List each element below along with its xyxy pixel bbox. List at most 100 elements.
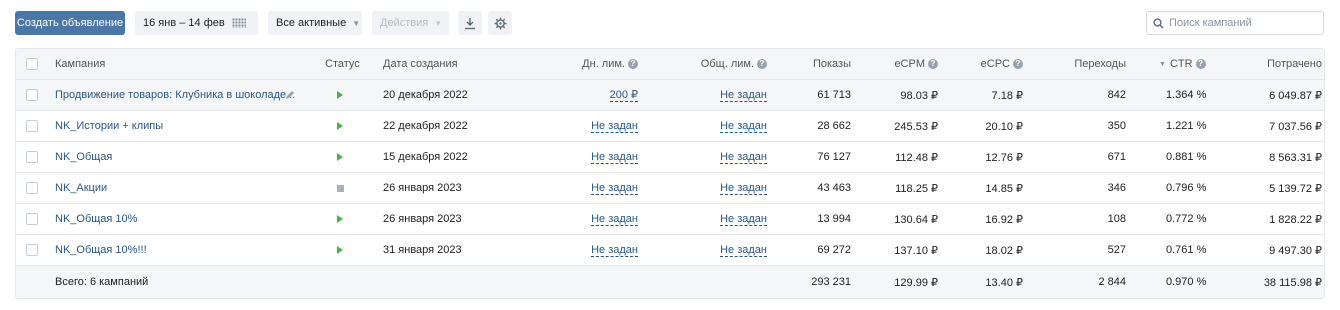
row-checkbox[interactable] <box>26 244 38 256</box>
row-checkbox[interactable] <box>26 213 38 225</box>
row-checkbox[interactable] <box>26 89 38 101</box>
total-limit-link[interactable]: Не задан <box>720 151 767 164</box>
play-icon <box>337 153 343 161</box>
ecpm-value: 245.53 ₽ <box>894 120 938 133</box>
ecpc-value: 16.92 ₽ <box>985 213 1023 226</box>
question-icon[interactable]: ? <box>1013 59 1023 69</box>
total-limit-link[interactable]: Не задан <box>720 120 767 133</box>
status-indicator[interactable] <box>332 111 348 141</box>
daily-limit-cell: Не задан <box>556 173 638 203</box>
campaign-name-link[interactable]: NK_Истории + клипы <box>55 111 295 141</box>
clicks-value: 527 <box>1107 244 1126 256</box>
sort-desc-icon: ▼ <box>1159 60 1166 68</box>
header-created[interactable]: Дата создания <box>383 49 543 79</box>
header-impressions[interactable]: Показы <box>776 49 851 79</box>
play-icon <box>337 246 343 254</box>
created-date: 26 января 2023 <box>383 213 462 225</box>
daily-limit-cell: 200 ₽ <box>556 80 638 110</box>
ecpm-value: 137.10 ₽ <box>894 244 938 257</box>
total-limit-cell: Не задан <box>686 173 767 203</box>
play-icon <box>337 122 343 130</box>
total-limit-cell: Не задан <box>686 80 767 110</box>
settings-button[interactable] <box>488 11 512 35</box>
status-indicator[interactable] <box>332 142 348 172</box>
header-status[interactable]: Статус <box>325 49 360 79</box>
created-date: 26 января 2023 <box>383 182 462 194</box>
play-icon <box>337 215 343 223</box>
select-all-checkbox[interactable] <box>26 58 38 70</box>
header-total-limit[interactable]: Общ. лим.? <box>686 49 767 79</box>
ecpc-value: 7.18 ₽ <box>991 89 1023 102</box>
created-date: 31 января 2023 <box>383 244 462 256</box>
date-range-button[interactable]: 16 янв – 14 фев <box>135 11 258 35</box>
ecpc-value: 18.02 ₽ <box>985 244 1023 257</box>
header-spent[interactable]: Потрачено <box>1226 49 1322 79</box>
impressions-value: 13 994 <box>817 213 851 225</box>
ctr-value: 0.761 % <box>1166 244 1207 256</box>
question-icon[interactable]: ? <box>757 59 767 69</box>
header-campaign[interactable]: Кампания <box>55 49 295 79</box>
campaign-search[interactable] <box>1146 11 1324 35</box>
total-limit-cell: Не задан <box>686 111 767 141</box>
total-limit-link[interactable]: Не задан <box>720 182 767 195</box>
campaign-name-link[interactable]: NK_Общая <box>55 142 295 172</box>
daily-limit-link[interactable]: Не задан <box>591 151 638 164</box>
ctr-value: 0.796 % <box>1166 182 1207 194</box>
question-icon[interactable]: ? <box>928 59 938 69</box>
campaigns-table: Кампания Статус Дата создания Дн. лим.? … <box>15 48 1325 299</box>
campaign-name-link[interactable]: NK_Общая 10% <box>55 204 295 234</box>
daily-limit-link[interactable]: Не задан <box>591 120 638 133</box>
daily-limit-link[interactable]: Не задан <box>591 182 638 195</box>
daily-limit-cell: Не задан <box>556 111 638 141</box>
pencil-icon[interactable] <box>283 80 297 110</box>
total-limit-link[interactable]: Не задан <box>720 244 767 257</box>
table-header: Кампания Статус Дата создания Дн. лим.? … <box>16 49 1324 80</box>
row-checkbox[interactable] <box>26 151 38 163</box>
table-row: NK_Общая 10% 26 января 2023 Не задан Не … <box>16 204 1324 235</box>
campaign-name-link[interactable]: Продвижение товаров: Клубника в шоколаде… <box>55 80 295 110</box>
download-button[interactable] <box>458 11 482 35</box>
total-limit-link[interactable]: Не задан <box>720 89 767 102</box>
total-limit-cell: Не задан <box>686 142 767 172</box>
header-ecpc[interactable]: eCPC? <box>946 49 1023 79</box>
question-icon[interactable]: ? <box>1195 59 1206 69</box>
actions-dropdown[interactable]: Действия ▼ <box>372 11 449 35</box>
ecpc-value: 20.10 ₽ <box>985 120 1023 133</box>
status-indicator[interactable] <box>332 173 348 203</box>
row-checkbox[interactable] <box>26 182 38 194</box>
status-indicator[interactable] <box>332 235 348 265</box>
daily-limit-cell: Не задан <box>556 235 638 265</box>
spent-value: 9 497.30 ₽ <box>1269 244 1322 257</box>
date-range-label: 16 янв – 14 фев <box>143 17 225 29</box>
daily-limit-link[interactable]: 200 ₽ <box>609 89 638 102</box>
create-ad-button[interactable]: Создать объявление <box>15 11 125 35</box>
ecpm-value: 98.03 ₽ <box>900 89 938 102</box>
row-checkbox[interactable] <box>26 120 38 132</box>
ecpm-value: 112.48 ₽ <box>895 151 938 164</box>
ecpm-value: 118.25 ₽ <box>895 182 938 195</box>
header-ctr[interactable]: ▼ CTR? <box>1159 49 1219 79</box>
impressions-value: 69 272 <box>817 244 851 256</box>
actions-label: Действия <box>380 17 429 29</box>
campaign-name-link[interactable]: NK_Акции <box>55 173 295 203</box>
total-limit-link[interactable]: Не задан <box>720 213 767 226</box>
table-row: NK_Акции 26 января 2023 Не задан Не зада… <box>16 173 1324 204</box>
search-icon <box>1153 17 1164 29</box>
search-input[interactable] <box>1169 17 1319 29</box>
status-filter-dropdown[interactable]: Все активные ▼ <box>268 11 362 35</box>
header-daily-limit-label: Дн. лим. <box>582 58 625 70</box>
campaign-name-link[interactable]: NK_Общая 10%!!! <box>55 235 295 265</box>
status-indicator[interactable] <box>332 204 348 234</box>
ctr-value: 1.364 % <box>1166 89 1207 101</box>
total-clicks: 2 844 <box>1098 276 1126 288</box>
header-daily-limit[interactable]: Дн. лим.? <box>556 49 638 79</box>
daily-limit-link[interactable]: Не задан <box>591 213 638 226</box>
status-indicator[interactable] <box>332 80 348 110</box>
header-ecpm[interactable]: eCPM? <box>861 49 938 79</box>
status-filter-label: Все активные <box>276 17 347 29</box>
header-clicks[interactable]: Переходы <box>1056 49 1126 79</box>
question-icon[interactable]: ? <box>628 59 638 69</box>
total-ctr: 0.970 % <box>1166 276 1207 288</box>
daily-limit-link[interactable]: Не задан <box>591 244 638 257</box>
impressions-value: 76 127 <box>817 151 851 163</box>
